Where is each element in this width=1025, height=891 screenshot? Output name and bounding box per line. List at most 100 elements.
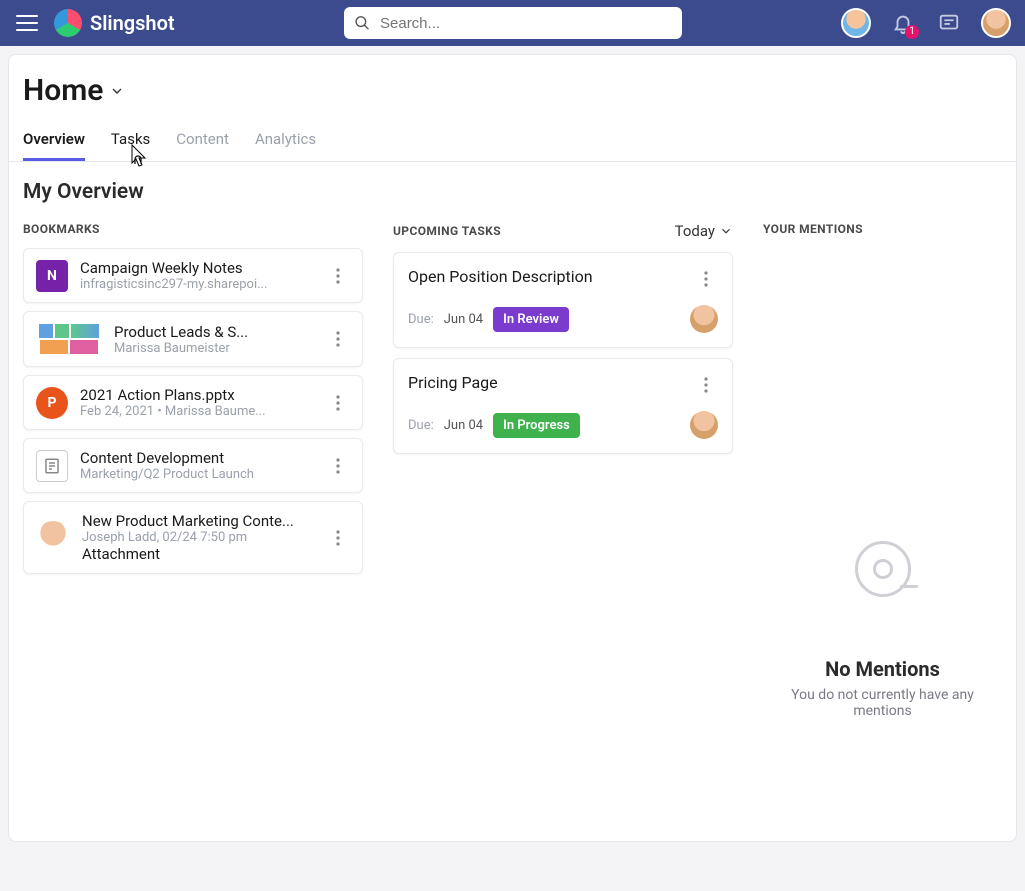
bookmark-body: Product Leads & S...Marissa Baumeister [114,323,314,356]
bookmark-title: New Product Marketing Conte... [82,512,314,530]
more-vertical-icon [336,458,340,474]
section-title: My Overview [23,180,363,204]
onenote-icon: N [36,260,68,292]
more-vertical-icon [336,530,340,546]
more-vertical-icon [704,377,708,393]
more-vertical-icon [336,331,340,347]
mentions-label: YOUR MENTIONS [763,222,863,236]
bookmark-title: Campaign Weekly Notes [80,259,314,277]
more-button[interactable] [326,391,350,415]
mentions-empty-state: No Mentions You do not currently have an… [763,248,1002,891]
bookmark-card[interactable]: Product Leads & S...Marissa Baumeister [23,311,363,367]
assignee-avatar[interactable] [690,411,718,439]
bookmark-sub: Marissa Baumeister [114,341,314,356]
mentions-header: YOUR MENTIONS [763,222,1002,236]
assistant-avatar[interactable] [841,8,871,38]
bookmark-title: Content Development [80,449,314,467]
more-button[interactable] [694,373,718,397]
more-vertical-icon [336,395,340,411]
bookmark-body: Campaign Weekly Notesinfragisticsinc297-… [80,259,314,292]
page-header: Home Overview Tasks Content Analytics [8,54,1017,162]
task-head: Open Position Description [408,267,718,291]
bookmark-card[interactable]: New Product Marketing Conte...Joseph Lad… [23,501,363,574]
search-wrap [344,7,682,39]
bookmarks-column: My Overview BOOKMARKS N Campaign Weekly N… [23,180,363,823]
tasks-filter[interactable]: Today [675,222,733,240]
topbar: Slingshot 1 [0,0,1025,46]
tasks-label: UPCOMING TASKS [393,224,501,238]
document-icon [36,450,68,482]
tasks-header: UPCOMING TASKS Today [393,222,733,240]
more-button[interactable] [326,454,350,478]
bookmarks-list: N Campaign Weekly Notesinfragisticsinc297… [23,248,363,574]
tasks-filter-text: Today [675,222,715,240]
due-date: Jun 04 [444,312,483,327]
notification-badge: 1 [905,25,919,39]
status-badge: In Review [493,307,569,332]
bookmark-card[interactable]: P 2021 Action Plans.pptxFeb 24, 2021 • Ma… [23,375,363,430]
bookmark-title: Product Leads & S... [114,323,314,341]
tab-overview[interactable]: Overview [23,130,85,161]
task-card[interactable]: Pricing Page Due: Jun 04 In Progress [393,358,733,454]
more-button[interactable] [326,327,350,351]
content: My Overview BOOKMARKS N Campaign Weekly N… [8,162,1017,842]
user-avatar[interactable] [981,8,1011,38]
powerpoint-icon: P [36,387,68,419]
bookmark-card[interactable]: Content DevelopmentMarketing/Q2 Product … [23,438,363,493]
tab-content[interactable]: Content [176,130,229,161]
status-badge: In Progress [493,413,580,438]
due-label: Due: [408,312,434,327]
tab-analytics[interactable]: Analytics [255,130,316,161]
page-title-text: Home [23,73,103,108]
search-icon [354,14,371,32]
page-title[interactable]: Home [23,73,1002,108]
brand-logo-icon [54,9,82,37]
search-input-container[interactable] [344,7,682,39]
mentions-empty-body: You do not currently have any mentions [773,687,993,719]
more-button[interactable] [326,526,350,550]
brand-name: Slingshot [90,11,175,35]
bookmarks-header: BOOKMARKS [23,222,363,236]
mentions-empty-title: No Mentions [825,657,940,681]
search-input[interactable] [380,15,672,32]
bookmark-sub2: Attachment [82,545,314,563]
more-vertical-icon [336,268,340,284]
assignee-avatar[interactable] [690,305,718,333]
tasks-list: Open Position Description Due: Jun 04 In Re… [393,252,733,454]
hamburger-menu-icon[interactable] [14,10,40,36]
more-button[interactable] [326,264,350,288]
notifications-button[interactable]: 1 [889,9,917,37]
bookmarks-label: BOOKMARKS [23,222,100,236]
brand[interactable]: Slingshot [54,9,175,37]
bookmark-body: Content DevelopmentMarketing/Q2 Product … [80,449,314,482]
task-title: Pricing Page [408,373,498,392]
chat-icon [938,12,960,34]
at-icon [855,541,911,597]
due-date: Jun 04 [444,418,483,433]
tasks-column: UPCOMING TASKS Today Open Position Descr… [393,180,733,823]
bookmark-body: New Product Marketing Conte...Joseph Lad… [82,512,314,563]
person-avatar-icon [36,521,70,555]
bookmark-body: 2021 Action Plans.pptxFeb 24, 2021 • Mar… [80,386,314,419]
task-title: Open Position Description [408,267,593,286]
task-meta: Due: Jun 04 In Progress [408,411,718,439]
due-label: Due: [408,418,434,433]
tabs: Overview Tasks Content Analytics [23,130,1002,161]
messages-button[interactable] [935,9,963,37]
dashboard-icon [36,322,102,356]
more-vertical-icon [704,271,708,287]
bookmark-sub: Feb 24, 2021 • Marissa Baume... [80,404,314,419]
bookmark-title: 2021 Action Plans.pptx [80,386,314,404]
tab-tasks[interactable]: Tasks [111,130,150,161]
page: Home Overview Tasks Content Analytics My Ov… [0,46,1025,850]
mentions-column: YOUR MENTIONS No Mentions You do not cur… [763,180,1002,823]
chevron-down-icon [109,83,125,99]
task-card[interactable]: Open Position Description Due: Jun 04 In Re… [393,252,733,348]
bookmark-card[interactable]: N Campaign Weekly Notesinfragisticsinc297… [23,248,363,303]
bookmark-sub: Joseph Ladd, 02/24 7:50 pm [82,530,314,545]
topbar-right: 1 [841,8,1011,38]
bookmark-sub: infragisticsinc297-my.sharepoi... [80,277,314,292]
bookmark-sub: Marketing/Q2 Product Launch [80,467,314,482]
task-meta: Due: Jun 04 In Review [408,305,718,333]
more-button[interactable] [694,267,718,291]
